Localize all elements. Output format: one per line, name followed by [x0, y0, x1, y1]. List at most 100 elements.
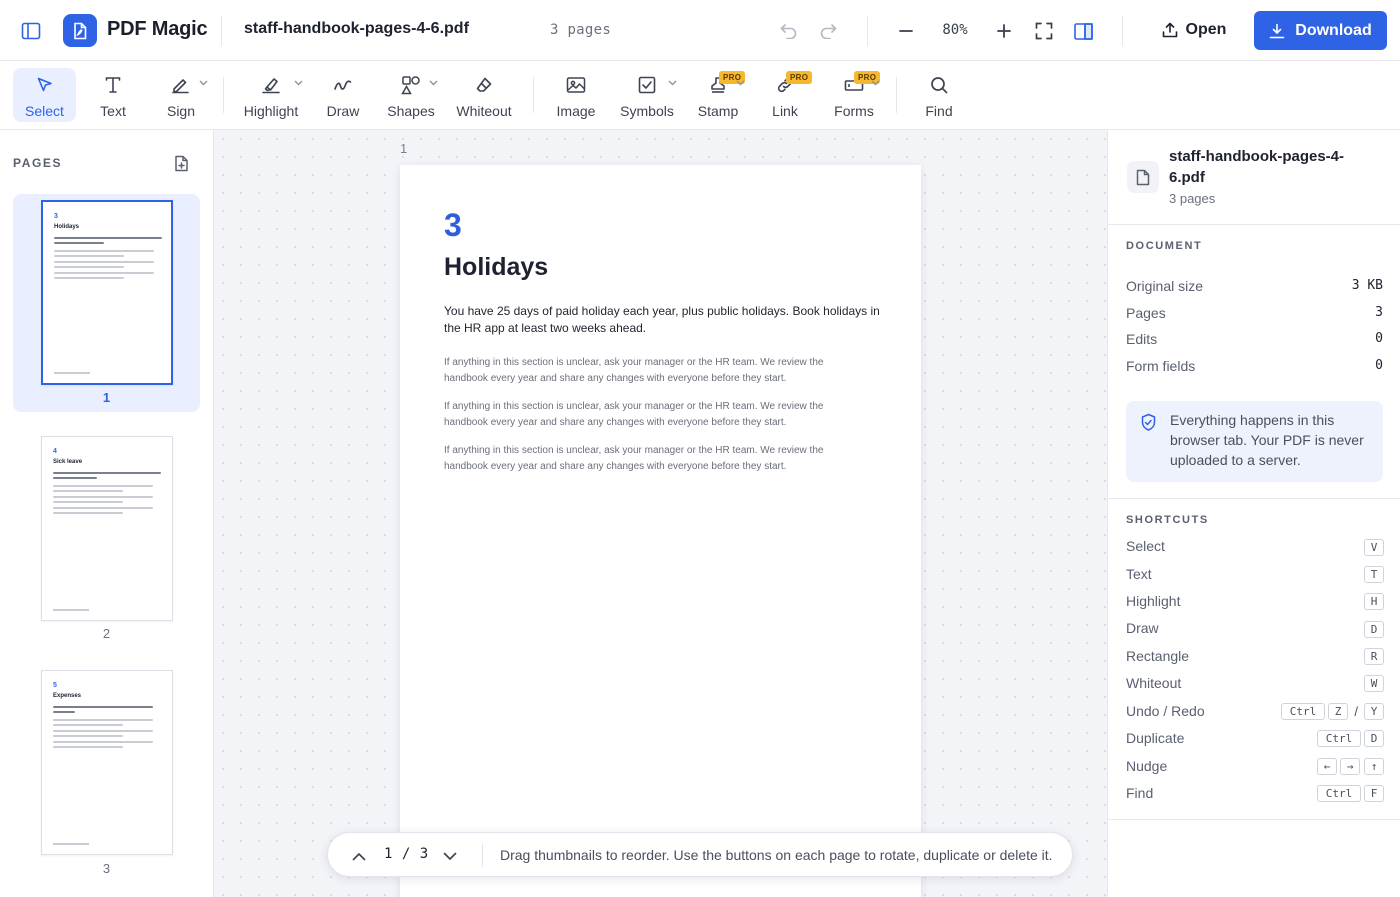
tool-sign[interactable]: Sign	[152, 68, 210, 122]
privacy-text: Everything happens in this browser tab. …	[1170, 412, 1364, 468]
shortcut-label: Whiteout	[1126, 675, 1182, 691]
tool-select[interactable]: Select	[13, 68, 76, 122]
thumb-text-line	[53, 512, 123, 514]
divider	[867, 16, 868, 46]
tool-symbols[interactable]: Symbols	[616, 68, 678, 122]
divider	[482, 844, 483, 867]
tool-text[interactable]: Text	[86, 68, 140, 122]
tool-label: Sign	[166, 103, 196, 119]
zoom-in-button[interactable]	[989, 16, 1019, 46]
tool-label: Symbols	[620, 103, 674, 119]
add-page-button[interactable]	[170, 152, 192, 174]
key-badge: Ctrl	[1281, 703, 1325, 720]
thumb-footer	[53, 609, 89, 611]
download-label: Download	[1295, 21, 1372, 39]
shortcut-label: Highlight	[1126, 593, 1181, 609]
redo-icon	[820, 24, 837, 39]
thumb-text-line	[53, 501, 123, 503]
tool-label: Draw	[326, 103, 360, 119]
stat-value: 0	[1375, 358, 1383, 373]
key-badge: Ctrl	[1317, 730, 1361, 747]
chevron-down-icon[interactable]	[294, 80, 303, 86]
tool-shapes[interactable]: Shapes	[382, 68, 440, 122]
file-plus-icon	[174, 155, 188, 171]
chevron-down-icon[interactable]	[871, 80, 880, 86]
thumb-text-line	[54, 261, 154, 263]
tool-draw[interactable]: Draw	[318, 68, 368, 122]
page-thumbnail-1[interactable]: 3 Holidays 1	[13, 194, 200, 412]
key-badge: Z	[1328, 703, 1348, 720]
thumb-text-line	[54, 255, 124, 257]
sidebar-toggle-button[interactable]	[14, 16, 48, 46]
undo-icon	[780, 24, 797, 39]
key-badge: →	[1340, 758, 1360, 775]
tool-bar: Select Text Sign Highlight Draw Shapes W…	[0, 61, 1400, 130]
thumb-text-line	[53, 735, 123, 737]
chevron-down-icon[interactable]	[199, 80, 208, 86]
reorder-hint: Drag thumbnails to reorder. Use the butt…	[500, 847, 1053, 863]
key-badge: V	[1364, 539, 1384, 556]
thumbnail-image[interactable]: 5 Expenses	[41, 670, 173, 855]
section-title: Holidays	[444, 253, 549, 281]
tool-find[interactable]: Find	[916, 68, 962, 122]
tool-label: Shapes	[387, 103, 435, 119]
chevron-down-icon[interactable]	[429, 80, 438, 86]
thumb-text-line	[53, 477, 97, 479]
thumb-text-line	[53, 490, 123, 492]
key-badge: Y	[1364, 703, 1384, 720]
tool-label: Image	[556, 103, 596, 119]
thumb-footer	[53, 843, 89, 845]
image-icon	[566, 77, 586, 93]
key-badge: R	[1364, 648, 1384, 665]
page-thumbnail-3[interactable]: 5 Expenses 3	[13, 665, 200, 883]
divider	[1108, 498, 1400, 499]
panel-right-icon	[1073, 22, 1093, 40]
pro-badge: PRO	[786, 71, 813, 84]
shortcuts-heading: SHORTCUTS	[1126, 514, 1209, 526]
divider	[1108, 819, 1400, 820]
undo-button[interactable]	[774, 16, 804, 46]
page-thumbnail-2[interactable]: 4 Sick leave 2	[13, 430, 200, 648]
shortcut-label: Draw	[1126, 620, 1159, 636]
fullscreen-button[interactable]	[1029, 16, 1059, 46]
redo-button[interactable]	[813, 16, 843, 46]
shield-check-icon	[1141, 413, 1156, 431]
download-button[interactable]: Download	[1254, 11, 1387, 50]
highlighter-icon	[262, 78, 280, 94]
next-page-button[interactable]	[439, 845, 461, 867]
document-canvas[interactable]: 1 3 Holidays You have 25 days of paid ho…	[214, 130, 1107, 897]
search-icon	[931, 77, 948, 94]
tool-image[interactable]: Image	[552, 68, 600, 122]
stat-value: 0	[1375, 331, 1383, 346]
tool-label: Link	[772, 103, 798, 119]
thumbnail-label: 2	[102, 626, 111, 641]
chevron-down-icon	[443, 852, 457, 860]
file-name: staff-handbook-pages-4-6.pdf	[1169, 148, 1345, 186]
zoom-level[interactable]: 80%	[932, 22, 978, 38]
document-heading: DOCUMENT	[1126, 240, 1203, 252]
key-badge: H	[1364, 593, 1384, 610]
chevron-down-icon[interactable]	[736, 80, 745, 86]
thumbnail-label: 3	[102, 861, 111, 876]
zoom-out-button[interactable]	[891, 16, 921, 46]
body-paragraph: If anything in this section is unclear, …	[444, 445, 824, 472]
previous-page-button[interactable]	[348, 845, 370, 867]
chevron-down-icon[interactable]	[668, 80, 677, 86]
eraser-icon	[476, 77, 492, 92]
tool-whiteout[interactable]: Whiteout	[452, 68, 516, 122]
shortcut-label: Duplicate	[1126, 730, 1185, 746]
open-label: Open	[1185, 21, 1227, 38]
right-panel-toggle-button[interactable]	[1068, 16, 1098, 46]
thumbnail-image[interactable]: 4 Sick leave	[41, 436, 173, 621]
pdf-page[interactable]: 3 Holidays You have 25 days of paid holi…	[400, 165, 921, 897]
body-paragraph: If anything in this section is unclear, …	[444, 401, 824, 428]
minus-icon	[899, 30, 913, 32]
thumb-page-number: 3	[54, 213, 58, 220]
page-count: 3 pages	[550, 22, 612, 38]
key-badge: F	[1364, 785, 1384, 802]
thumbnail-image[interactable]: 3 Holidays	[41, 200, 173, 385]
tool-label: Forms	[834, 103, 874, 119]
tool-highlight[interactable]: Highlight	[236, 68, 306, 122]
document-info-panel: staff-handbook-pages-4-6.pdf 3 pages DOC…	[1107, 130, 1400, 897]
open-button[interactable]: Open	[1150, 12, 1238, 48]
